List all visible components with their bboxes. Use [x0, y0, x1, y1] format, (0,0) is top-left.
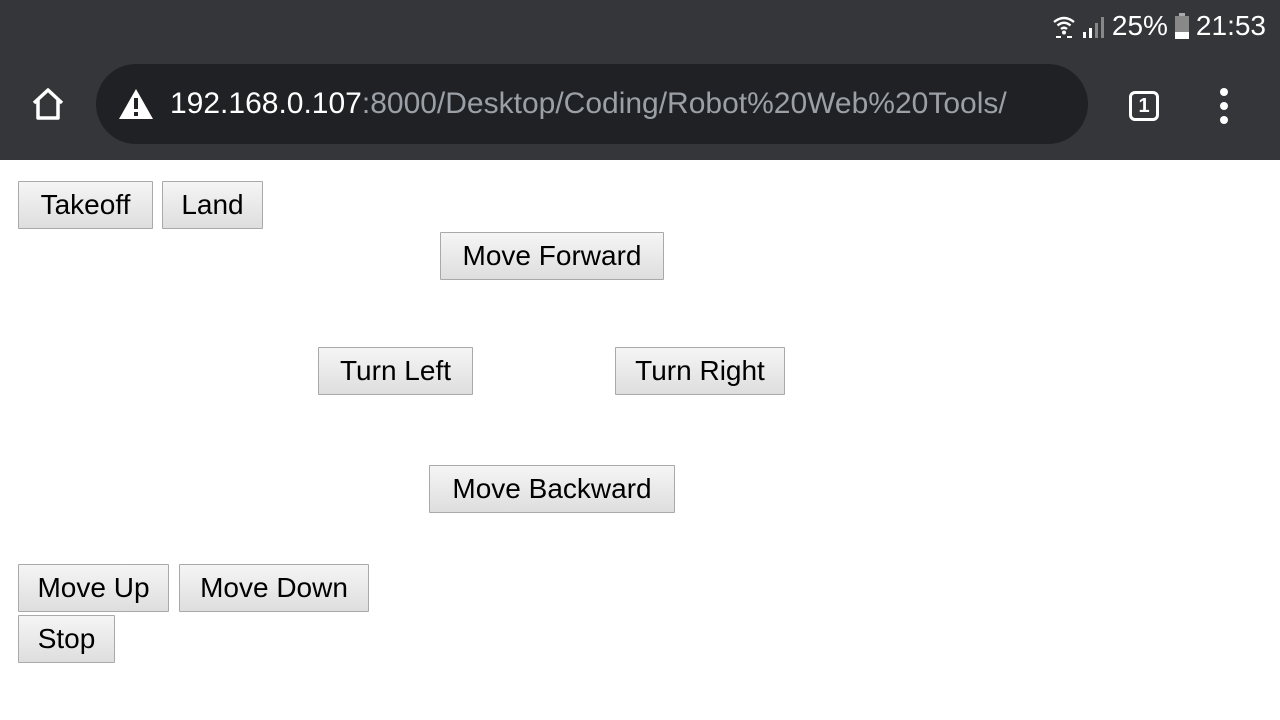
browser-chrome: 25% 21:53 192.168.0.107:8000/Desktop/Cod… — [0, 0, 1280, 160]
clock: 21:53 — [1195, 10, 1266, 41]
move-down-button[interactable]: Move Down — [179, 564, 369, 612]
tab-switcher-button[interactable]: 1 — [1126, 88, 1162, 124]
kebab-menu-icon[interactable] — [1204, 84, 1244, 128]
wifi-icon — [1052, 13, 1076, 39]
battery-percent: 25% — [1111, 10, 1168, 41]
turn-right-button[interactable]: Turn Right — [615, 347, 785, 395]
home-icon — [28, 84, 68, 129]
turn-left-button[interactable]: Turn Left — [318, 347, 473, 395]
warning-icon[interactable] — [116, 84, 156, 124]
move-up-button[interactable]: Move Up — [18, 564, 169, 612]
url-host: 192.168.0.107 — [170, 87, 362, 120]
url-text[interactable]: 192.168.0.107:8000/Desktop/Coding/Robot%… — [170, 87, 1007, 121]
move-backward-button[interactable]: Move Backward — [429, 465, 675, 513]
tab-count: 1 — [1129, 91, 1159, 121]
robot-control-page: Takeoff Land Move Forward Turn Left Turn… — [0, 160, 1280, 720]
home-button[interactable] — [24, 82, 72, 130]
signal-icon — [1082, 13, 1106, 39]
url-path: :8000/Desktop/Coding/Robot%20Web%20Tools… — [361, 87, 1007, 120]
takeoff-button[interactable]: Takeoff — [18, 181, 153, 229]
status-indicators: 25% 21:53 — [1052, 8, 1266, 44]
move-forward-button[interactable]: Move Forward — [440, 232, 664, 280]
address-bar[interactable]: 192.168.0.107:8000/Desktop/Coding/Robot%… — [96, 64, 1088, 144]
stop-button[interactable]: Stop — [18, 615, 115, 663]
land-button[interactable]: Land — [162, 181, 263, 229]
battery-icon — [1174, 12, 1190, 40]
status-bar: 25% 21:53 — [0, 0, 1280, 52]
browser-toolbar: 192.168.0.107:8000/Desktop/Coding/Robot%… — [0, 52, 1280, 160]
